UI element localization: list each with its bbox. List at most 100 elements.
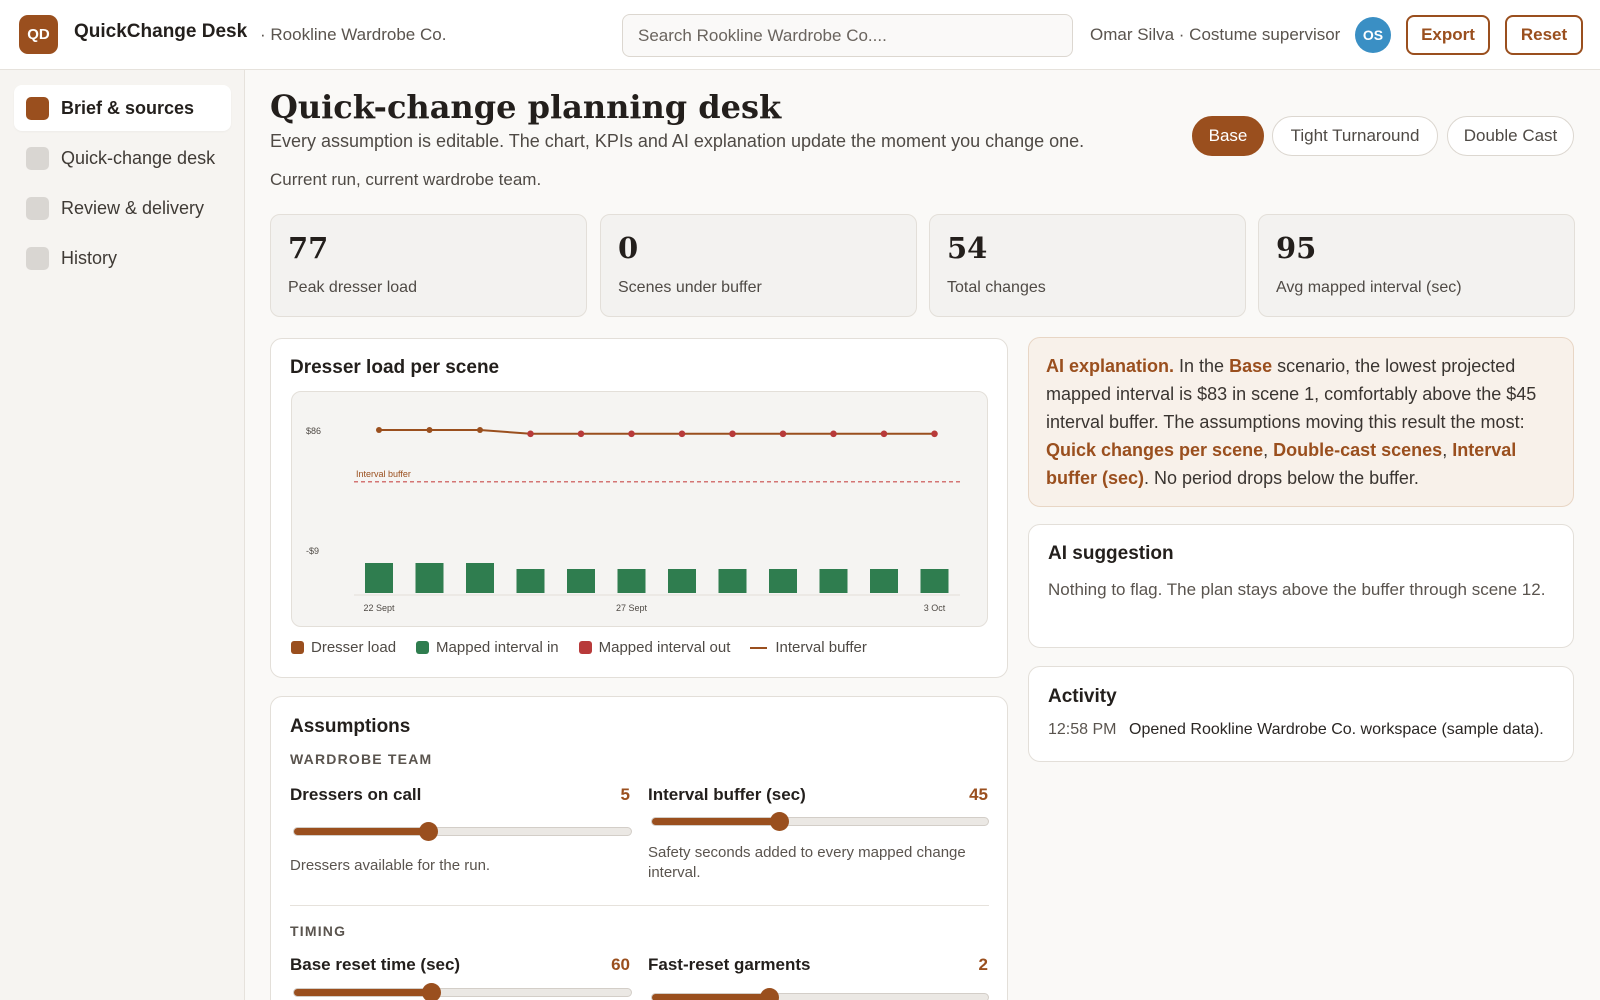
dresser-load-chart: $86 -$9 Interval buffer 22 Sept 27 Sept 3 Oct [306, 426, 963, 613]
run-info: Current run, current wardrobe team. [270, 170, 542, 189]
interval-buffer-slider[interactable] [651, 812, 989, 831]
mapped-interval-out-point [628, 430, 635, 438]
bar-mapped-interval-in [415, 563, 444, 593]
page-subtitle: Every assumption is editable. The chart,… [270, 131, 1085, 151]
y-tick-label: -$9 [306, 546, 319, 556]
ai-explanation-text: . No period drops below the buffer. [1144, 468, 1419, 488]
slider-fill [652, 994, 770, 1000]
sidebar-item-label: Brief & sources [61, 97, 195, 118]
chart-legend: Dresser load Mapped interval in Mapped i… [291, 639, 887, 656]
kpi-value: 54 [947, 231, 988, 265]
bar-mapped-interval-in [668, 569, 696, 593]
x-tick-label: 27 Sept [616, 603, 648, 613]
chart-card: Dresser load per scene $86 -$9 Interval bu… [270, 338, 1008, 678]
interval-buffer-help: Safety seconds added to every mapped cha… [648, 844, 966, 881]
nav-square-icon [26, 146, 49, 170]
chart-title: Dresser load per scene [290, 357, 500, 378]
app-logo: QD [19, 15, 58, 54]
ai-suggestion-card: AI suggestion Nothing to flag. The plan … [1028, 524, 1574, 648]
avatar[interactable]: OS [1355, 17, 1391, 53]
dressers-on-call-help: Dressers available for the run. [290, 857, 491, 874]
sidebar-item-label: History [61, 247, 118, 268]
dressers-on-call-label: Dressers on call [290, 785, 422, 804]
kpi-peak-dresser-load: 77 Peak dresser load [270, 214, 587, 317]
dresser-load-point [477, 427, 483, 433]
kpi-value: 95 [1276, 231, 1317, 265]
activity-text: Opened Rookline Wardrobe Co. workspace (… [1129, 721, 1544, 738]
base-reset-time-value: 60 [611, 955, 630, 974]
ai-explanation-separator: , [1263, 440, 1274, 460]
sidebar-item-label: Review & delivery [61, 197, 205, 218]
kpi-label: Total changes [947, 279, 1046, 296]
sidebar-item-label: Quick-change desk [61, 147, 216, 168]
activity-title: Activity [1048, 686, 1117, 707]
mapped-interval-out-point [830, 430, 837, 438]
legend-label: Interval buffer [775, 639, 867, 656]
y-tick-label: $86 [306, 426, 321, 436]
base-reset-time-label: Base reset time (sec) [290, 955, 461, 974]
legend-label: Mapped interval out [598, 639, 731, 656]
kpi-label: Avg mapped interval (sec) [1276, 279, 1462, 296]
fast-reset-garments-value: 2 [978, 955, 988, 974]
fast-reset-garments-slider[interactable] [651, 988, 989, 1000]
x-tick-label: 22 Sept [363, 603, 395, 613]
bar-mapped-interval-in [466, 563, 494, 593]
dressers-on-call-slider[interactable] [293, 822, 632, 841]
kpi-label: Peak dresser load [288, 279, 417, 296]
dresser-load-line [379, 429, 935, 435]
ai-suggestion-text: Nothing to flag. The plan stays above th… [1048, 580, 1546, 599]
interval-buffer-value: 45 [969, 785, 988, 804]
kpi-label: Scenes under buffer [618, 279, 762, 296]
dresser-load-point [376, 427, 382, 433]
legend-swatch [578, 641, 592, 654]
ai-suggestion-title: AI suggestion [1048, 543, 1174, 564]
dressers-on-call-value: 5 [620, 785, 630, 804]
bar-mapped-interval-in [365, 563, 393, 593]
search-input[interactable] [622, 14, 1073, 57]
scenario-pill-double-cast[interactable]: Double Cast [1447, 116, 1574, 156]
bar-mapped-interval-in [567, 569, 595, 593]
mapped-interval-out-point [880, 430, 888, 438]
nav-square-icon [26, 196, 49, 220]
legend-item-mapped-interval-out: Mapped interval out [578, 639, 731, 656]
sidebar-item-history[interactable]: History [14, 235, 231, 281]
ai-explanation-card: AI explanation. In the Base scenario, th… [1028, 337, 1574, 507]
activity-card: Activity 12:58 PM Opened Rookline Wardro… [1028, 666, 1574, 762]
sidebar-item-review-delivery[interactable]: Review & delivery [14, 185, 231, 231]
slider-thumb[interactable] [418, 822, 438, 841]
activity-time: 12:58 PM [1048, 721, 1117, 738]
ai-explanation-heading: AI explanation. [1046, 356, 1175, 376]
legend-swatch [416, 641, 430, 654]
sidebar: Brief & sources Quick-change desk Review… [0, 70, 245, 1000]
section-label-wardrobe-team: WARDROBE TEAM [290, 751, 433, 767]
dresser-load-point [426, 427, 433, 433]
legend-item-interval-buffer: Interval buffer [750, 639, 867, 656]
nav-square-icon [26, 246, 49, 270]
mapped-interval-out-point [779, 430, 787, 438]
reset-button[interactable]: Reset [1505, 15, 1583, 55]
legend-item-mapped-interval-in: Mapped interval in [416, 639, 559, 656]
mapped-interval-out-point [678, 430, 686, 438]
scenario-pill-tight-turnaround[interactable]: Tight Turnaround [1272, 116, 1438, 156]
mapped-interval-out-point [577, 430, 585, 438]
ai-explanation-separator: , [1442, 440, 1453, 460]
page-title: Quick-change planning desk [270, 88, 782, 126]
slider-thumb[interactable] [422, 983, 442, 1000]
slider-thumb[interactable] [769, 812, 789, 831]
interval-buffer-label: Interval buffer (sec) [648, 785, 806, 804]
base-reset-time-slider[interactable] [293, 983, 632, 1000]
mapped-interval-out-point [931, 430, 938, 438]
sidebar-item-brief-sources[interactable]: Brief & sources [14, 85, 231, 131]
sidebar-item-quick-change-desk[interactable]: Quick-change desk [14, 135, 231, 181]
kpi-value: 0 [618, 231, 639, 265]
bar-mapped-interval-in [920, 569, 949, 593]
fast-reset-garments-label: Fast-reset garments [648, 955, 811, 974]
app-title: QuickChange Desk [74, 21, 248, 42]
ai-explanation-driver: Double-cast scenes [1273, 440, 1443, 460]
ai-explanation-driver: Quick changes per scene [1046, 440, 1264, 460]
bar-mapped-interval-in [617, 569, 646, 593]
slider-thumb[interactable] [759, 988, 779, 1000]
export-button[interactable]: Export [1406, 15, 1490, 55]
ai-explanation-scenario: Base [1229, 356, 1273, 376]
scenario-pill-base[interactable]: Base [1192, 116, 1264, 156]
